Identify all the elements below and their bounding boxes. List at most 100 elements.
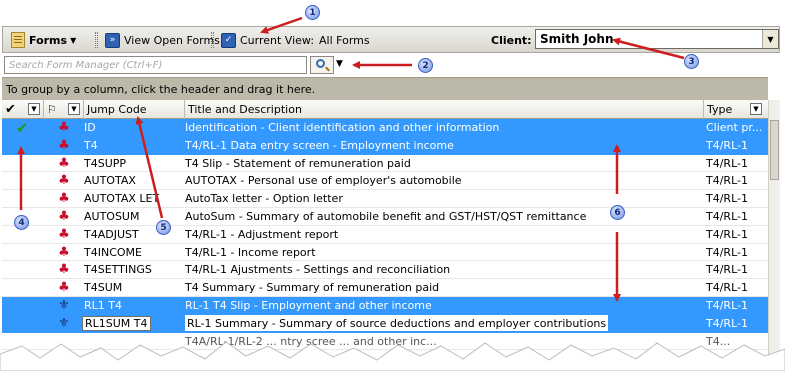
view-open-forms-button[interactable]: » View Open Forms	[105, 31, 220, 49]
jump-code-cell: T4INCOME	[84, 245, 142, 259]
table-row[interactable]: ♣ T4INCOME T4/RL-1 - Income report T4/RL…	[2, 244, 768, 262]
fleur-de-lis-icon: ⚜	[58, 298, 70, 313]
maple-leaf-icon: ♣	[58, 280, 70, 296]
client-value: Smith John	[540, 32, 614, 46]
jurisdiction-cell: ♣	[52, 208, 76, 225]
flag-icon: ⚐	[47, 103, 57, 116]
table-row[interactable]: ♣ AUTOTAX AUTOTAX - Personal use of empl…	[2, 172, 768, 191]
jump-code-editor[interactable]: RL1SUM T4	[82, 315, 151, 331]
maple-leaf-icon: ♣	[58, 226, 70, 242]
table-row[interactable]: ♣ T4ADJUST T4/RL-1 - Adjustment report T…	[2, 226, 768, 244]
current-view-label: Current View:	[240, 33, 315, 47]
jurisdiction-cell: ♣	[52, 226, 76, 243]
jump-code-cell: T4	[84, 138, 98, 152]
type-cell: Client pr...	[706, 121, 763, 134]
jump-code-cell: AUTOTAX LET	[84, 192, 160, 206]
callout-2: 2	[418, 58, 433, 73]
jump-code-cell: T4SUPP	[84, 156, 127, 170]
forms-menu-button[interactable]: Forms ▼	[11, 31, 76, 49]
title-focus-box: RL-1 Summary - Summary of source deducti…	[185, 315, 609, 332]
grid-header: ✔ ▼ ⚐ ▼ Jump Code Title and Description …	[2, 100, 768, 119]
current-view-button[interactable]: ✓ Current View: All Forms	[221, 31, 370, 49]
type-cell: T4/RL-1	[706, 299, 748, 312]
type-cell: T4/RL-1	[706, 174, 748, 188]
table-row[interactable]: ✔ ♣ ID Identification - Client identific…	[2, 119, 768, 137]
column-filter-type[interactable]: ▼	[750, 103, 762, 115]
column-header-type[interactable]: Type ▼	[704, 100, 768, 119]
jurisdiction-cell: ♣	[52, 244, 76, 261]
forms-icon	[11, 32, 25, 48]
checked-cell[interactable]: ✔	[12, 119, 32, 136]
column-header-jump-code-label: Jump Code	[87, 103, 147, 116]
type-cell: T4/RL-1	[706, 227, 748, 241]
callout-1: 1	[305, 5, 320, 20]
column-header-title[interactable]: Title and Description	[185, 100, 704, 119]
check-icon: ✔	[5, 102, 16, 117]
chevron-down-icon[interactable]: ▼	[762, 30, 778, 48]
search-button[interactable]	[310, 56, 334, 74]
type-cell: T4/RL-1	[706, 138, 748, 152]
toolbar: Forms ▼ » View Open Forms ✓ Current View…	[2, 26, 780, 53]
type-cell: T4/RL-1	[706, 245, 748, 259]
table-row[interactable]: ♣ T4SUPP T4 Slip - Statement of remunera…	[2, 155, 768, 173]
jurisdiction-cell: ♣	[52, 155, 76, 172]
client-select[interactable]: Smith John ▼	[535, 29, 779, 49]
forms-label: Forms	[29, 33, 68, 47]
jurisdiction-cell: ♣	[52, 190, 76, 207]
table-row[interactable]: ♣ AUTOTAX LET AutoTax letter - Option le…	[2, 190, 768, 208]
form-manager-window: Forms ▼ » View Open Forms ✓ Current View…	[0, 0, 785, 371]
maple-leaf-icon: ♣	[58, 191, 70, 207]
current-view-icon: ✓	[221, 32, 236, 48]
table-row[interactable]: ⚜ RL1 T4 RL-1 T4 Slip - Employment and o…	[2, 297, 768, 315]
title-cell: T4/RL-1 Ajustments - Settings and reconc…	[185, 263, 451, 277]
callout-3: 3	[684, 54, 699, 69]
title-cell: AutoTax letter - Option letter	[185, 192, 343, 206]
column-header-type-label: Type	[707, 103, 733, 116]
search-icon	[316, 59, 325, 68]
jurisdiction-cell: ♣	[52, 172, 76, 189]
column-header-flag[interactable]: ⚐ ▼	[44, 100, 84, 119]
jump-code-cell: T4SUM	[84, 281, 123, 295]
callout-6: 6	[610, 205, 625, 220]
scrollbar-thumb[interactable]	[770, 120, 779, 180]
title-cell: T4/RL-1 - Adjustment report	[185, 227, 339, 241]
table-row[interactable]: ♣ T4SETTINGS T4/RL-1 Ajustments - Settin…	[2, 261, 768, 280]
column-header-jump-code[interactable]: Jump Code	[84, 100, 185, 119]
jurisdiction-cell: ♣	[52, 279, 76, 296]
callout-4: 4	[14, 215, 29, 230]
table-row[interactable]: ♣ T4 T4/RL-1 Data entry screen - Employm…	[2, 136, 768, 155]
group-by-panel[interactable]: To group by a column, click the header a…	[2, 77, 768, 100]
search-options-dropdown[interactable]: ▼	[336, 59, 343, 69]
jurisdiction-cell: ♣	[52, 261, 76, 278]
search-input[interactable]	[4, 56, 307, 74]
title-cell: T4 Summary - Summary of remuneration pai…	[185, 281, 440, 295]
table-row[interactable]: ♣ AUTOSUM AutoSum - Summary of automobil…	[2, 208, 768, 226]
jump-code-cell: ID	[84, 121, 96, 134]
check-icon: ✔	[15, 119, 29, 136]
torn-edge	[0, 341, 785, 371]
title-cell: AUTOTAX - Personal use of employer's aut…	[185, 174, 462, 188]
maple-leaf-icon: ♣	[58, 173, 70, 189]
current-view-value: All Forms	[319, 33, 370, 47]
title-cell: RL-1 T4 Slip - Employment and other inco…	[185, 299, 432, 312]
column-header-check[interactable]: ✔ ▼	[2, 100, 44, 119]
toolbar-grip[interactable]	[211, 32, 214, 48]
client-label: Client:	[491, 33, 532, 47]
title-cell: T4/RL-1 - Income report	[185, 245, 316, 259]
checked-cell[interactable]	[12, 137, 32, 154]
type-cell: T4/RL-1	[706, 156, 748, 170]
column-filter-flag[interactable]: ▼	[68, 103, 80, 115]
type-cell: T4/RL-1	[706, 263, 748, 277]
title-cell: Identification - Client identification a…	[185, 121, 500, 134]
group-by-hint: To group by a column, click the header a…	[6, 82, 316, 96]
maple-leaf-icon: ♣	[58, 209, 70, 224]
title-cell: AutoSum - Summary of automobile benefit …	[185, 210, 587, 223]
maple-leaf-icon: ♣	[58, 137, 70, 153]
toolbar-grip[interactable]	[95, 32, 98, 48]
jurisdiction-cell: ⚜	[52, 297, 76, 314]
maple-leaf-icon: ♣	[58, 120, 70, 135]
column-filter-check[interactable]: ▼	[28, 103, 40, 115]
column-header-title-label: Title and Description	[188, 103, 302, 116]
fleur-de-lis-icon: ⚜	[58, 315, 70, 331]
table-row[interactable]: ♣ T4SUM T4 Summary - Summary of remunera…	[2, 279, 768, 297]
